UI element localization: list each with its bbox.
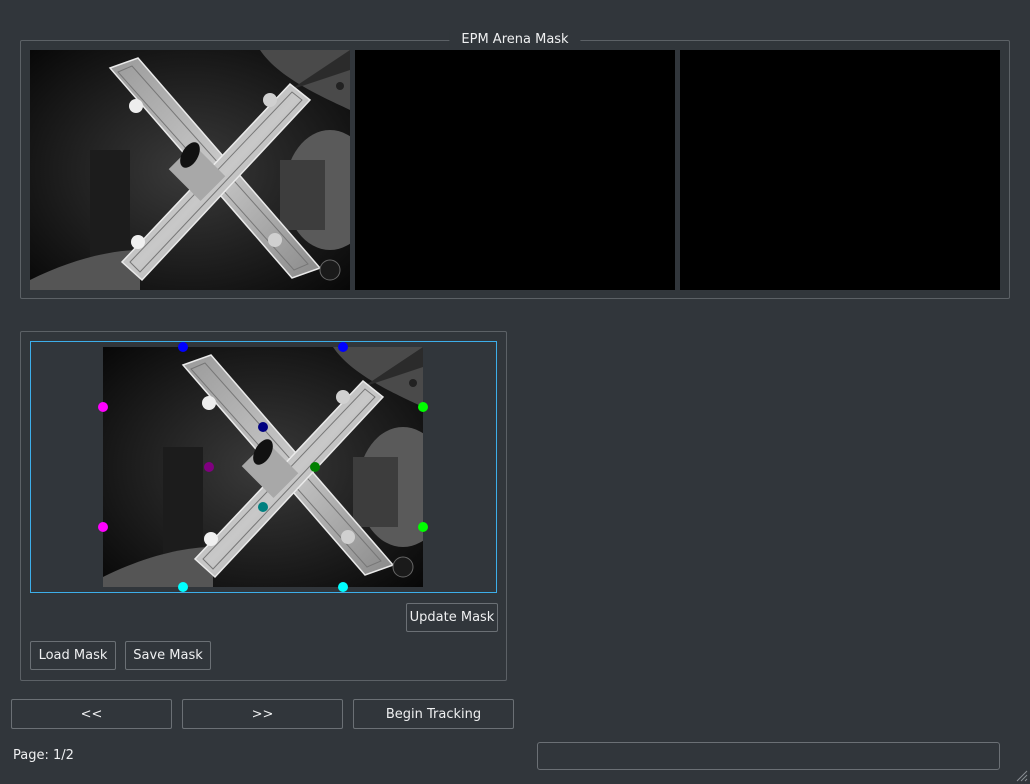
arena-frame-image bbox=[30, 50, 350, 290]
mask-handle-right-top[interactable] bbox=[418, 402, 428, 412]
status-message-field bbox=[537, 742, 1000, 770]
mask-frame-image bbox=[103, 347, 423, 587]
mask-handle-left-bottom[interactable] bbox=[98, 522, 108, 532]
begin-tracking-button[interactable]: Begin Tracking bbox=[353, 699, 514, 729]
mask-handle-top-left[interactable] bbox=[178, 342, 188, 352]
load-mask-button[interactable]: Load Mask bbox=[30, 641, 116, 670]
mask-editor-image bbox=[103, 347, 423, 587]
mask-handle-inner-left[interactable] bbox=[204, 462, 214, 472]
mask-editor-canvas[interactable] bbox=[30, 341, 497, 593]
update-mask-button[interactable]: Update Mask bbox=[406, 603, 498, 632]
prev-page-button[interactable]: << bbox=[11, 699, 172, 729]
mask-handle-left-top[interactable] bbox=[98, 402, 108, 412]
mask-handle-right-bottom[interactable] bbox=[418, 522, 428, 532]
mask-handle-bottom-right[interactable] bbox=[338, 582, 348, 592]
arena-preview-3 bbox=[680, 50, 1000, 290]
arena-mask-group: EPM Arena Mask bbox=[20, 32, 1010, 299]
mask-handle-inner-bottom[interactable] bbox=[258, 502, 268, 512]
page-indicator: Page: 1/2 bbox=[13, 748, 74, 763]
next-page-button[interactable]: >> bbox=[182, 699, 343, 729]
resize-grip-icon[interactable] bbox=[1014, 768, 1028, 782]
arena-preview-1 bbox=[30, 50, 350, 290]
mask-handle-inner-top[interactable] bbox=[258, 422, 268, 432]
save-mask-button[interactable]: Save Mask bbox=[125, 641, 211, 670]
mask-handle-inner-right[interactable] bbox=[310, 462, 320, 472]
mask-handle-top-right[interactable] bbox=[338, 342, 348, 352]
arena-mask-title: EPM Arena Mask bbox=[449, 32, 581, 48]
mask-handle-bottom-left[interactable] bbox=[178, 582, 188, 592]
arena-preview-2 bbox=[355, 50, 675, 290]
